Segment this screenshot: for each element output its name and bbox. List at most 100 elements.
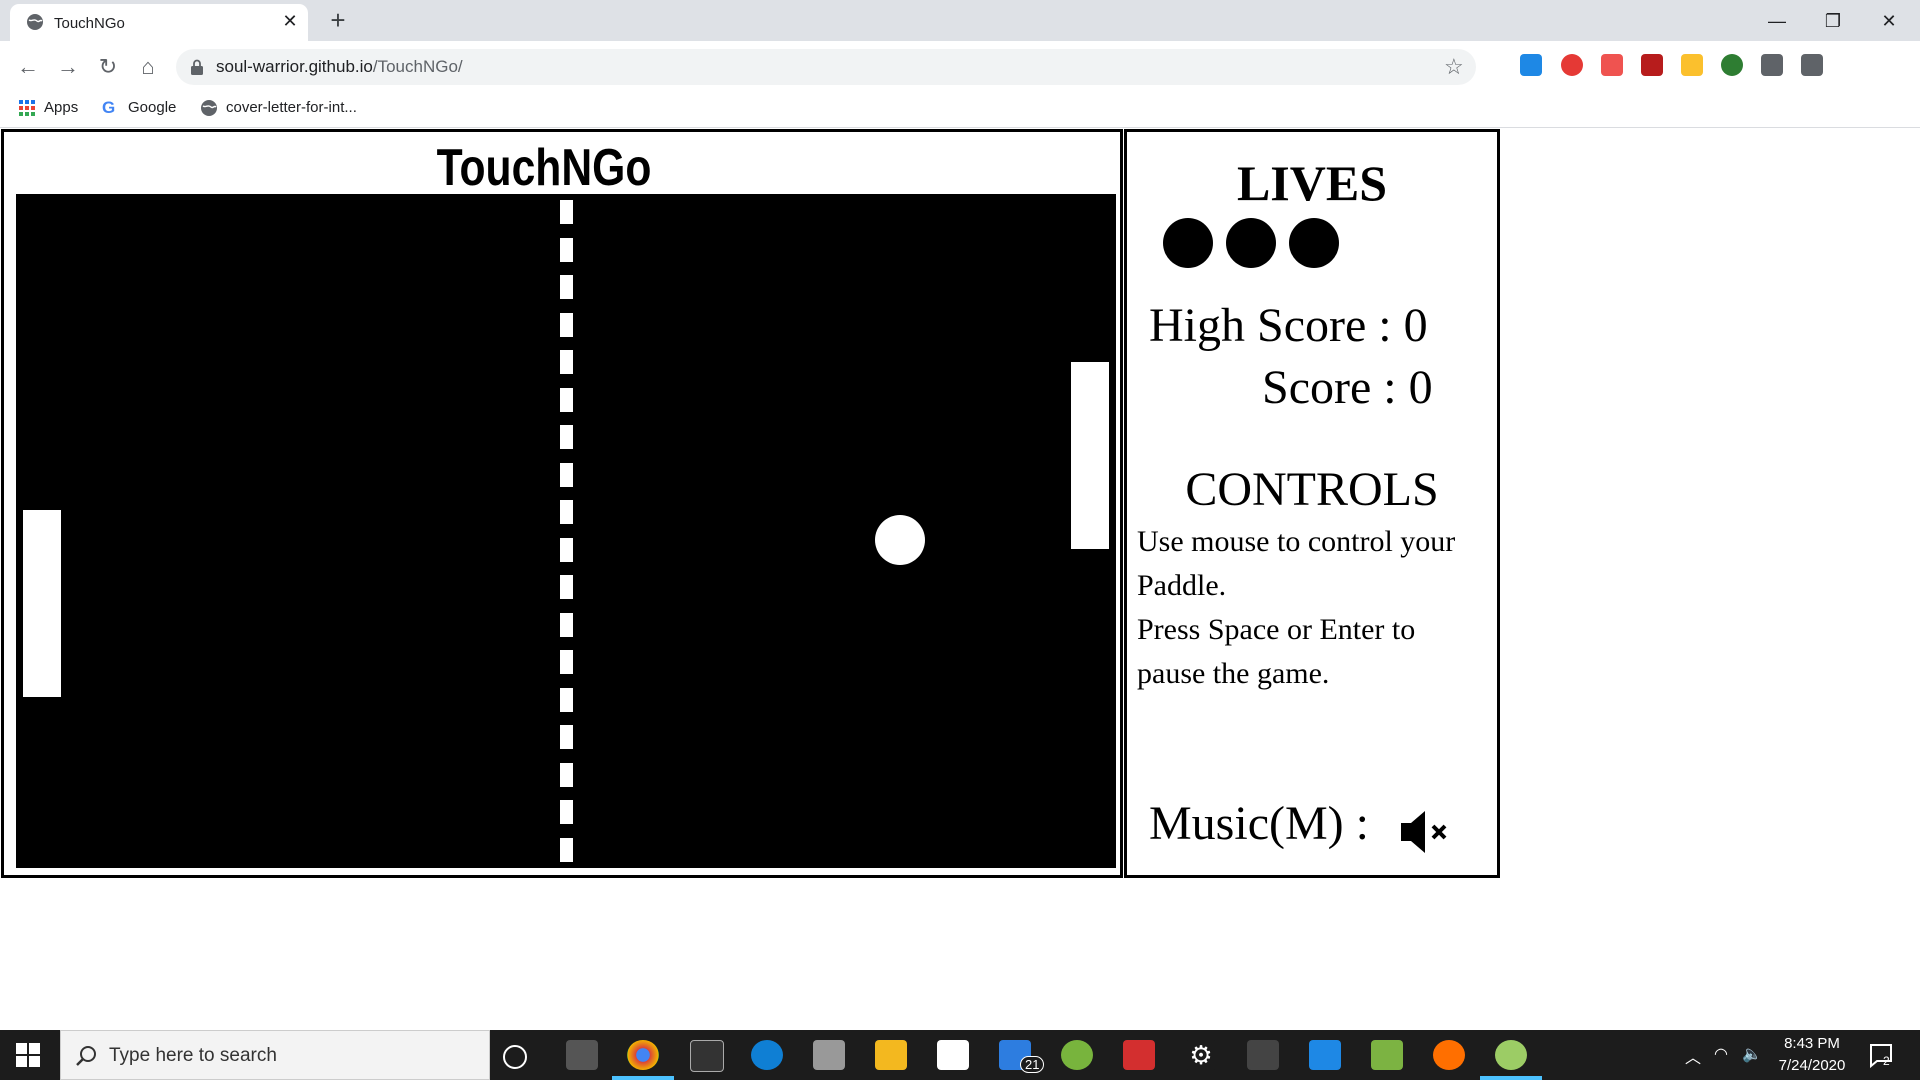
edge-icon[interactable] — [751, 1040, 783, 1070]
lock-icon — [191, 59, 203, 75]
net-segment — [560, 725, 573, 749]
net-segment — [560, 350, 573, 374]
net-segment — [560, 837, 573, 862]
life-dot — [1226, 218, 1276, 268]
back-icon[interactable]: ← — [14, 53, 42, 81]
extension-icon[interactable] — [1561, 54, 1583, 76]
net-segment — [560, 275, 573, 299]
restore-icon[interactable]: ❐ — [1810, 6, 1856, 36]
clock-date: 7/24/2020 — [1778, 1057, 1846, 1074]
left-paddle — [23, 510, 61, 697]
browser-toolbar: ← → ↻ ⌂ soul-warrior.github.io/TouchNGo/… — [0, 41, 1920, 119]
mail-badge: 21 — [1020, 1056, 1045, 1073]
right-paddle — [1071, 362, 1109, 549]
net-segment — [560, 500, 573, 524]
lives-title: LIVES — [1236, 155, 1388, 211]
apps-grid-icon — [19, 100, 35, 117]
net-segment — [560, 800, 573, 824]
forward-icon[interactable]: → — [54, 53, 82, 81]
extension-icon[interactable] — [1601, 54, 1623, 76]
utorrent-icon[interactable] — [1061, 1040, 1093, 1070]
notification-count: 2 — [1883, 1054, 1890, 1068]
clock-time: 8:43 PM — [1784, 1035, 1840, 1052]
paint-icon[interactable] — [1495, 1040, 1527, 1070]
speaker-muted-icon[interactable] — [1399, 809, 1451, 855]
system-clock[interactable]: 8:43 PM 7/24/2020 — [1762, 1033, 1862, 1077]
store-icon[interactable] — [937, 1040, 969, 1070]
windows-taskbar: Type here to search 21 ⚙ ︿ ◠ 🔈 8:43 PM 7… — [0, 1030, 1920, 1080]
active-app-indicator — [612, 1076, 674, 1080]
wifi-icon[interactable]: ◠ — [1714, 1044, 1728, 1064]
extension-icon[interactable] — [1641, 54, 1663, 76]
address-bar[interactable]: soul-warrior.github.io/TouchNGo/ ☆ — [176, 49, 1476, 85]
active-app-indicator — [1480, 1076, 1542, 1080]
music-label: Music(M) : — [1149, 797, 1369, 850]
net-segment — [560, 537, 573, 562]
home-icon[interactable]: ⌂ — [134, 53, 162, 81]
controls-line-mouse: Use mouse to control your Paddle. — [1137, 525, 1456, 602]
net-segment — [560, 462, 573, 487]
controls-instructions: Use mouse to control your Paddle. Press … — [1137, 520, 1487, 696]
game-title: TouchNGo — [436, 139, 652, 197]
bookmark-google[interactable]: G Google — [102, 97, 176, 119]
file-explorer-icon[interactable] — [875, 1040, 907, 1070]
reload-icon[interactable]: ↻ — [94, 53, 122, 81]
puzzle-icon[interactable] — [1761, 54, 1783, 76]
solidworks-icon[interactable] — [1123, 1040, 1155, 1070]
net-segment — [560, 425, 573, 449]
globe-icon — [27, 14, 43, 30]
net-segment — [560, 575, 573, 599]
app-icon[interactable] — [813, 1040, 845, 1070]
search-icon — [76, 1046, 96, 1066]
chrome-icon[interactable] — [627, 1040, 659, 1070]
ball — [875, 515, 925, 565]
bookmarks-bar: Apps G Google cover-letter-for-int... — [0, 89, 1920, 128]
extension-icon[interactable] — [1520, 54, 1542, 76]
net-segment — [560, 387, 573, 412]
info-panel: LIVES High Score : 0 Score : 0 CONTROLS … — [1124, 129, 1500, 878]
settings-gear-icon[interactable]: ⚙ — [1185, 1040, 1217, 1070]
game-court[interactable] — [16, 194, 1116, 868]
app-icon[interactable] — [1309, 1040, 1341, 1070]
taskbar-search[interactable]: Type here to search — [60, 1030, 490, 1080]
extension-icon[interactable] — [1721, 54, 1743, 76]
net-segment — [560, 200, 573, 224]
life-dot — [1289, 218, 1339, 268]
net-segment — [560, 312, 573, 337]
window-close-icon[interactable]: ✕ — [1866, 6, 1912, 36]
new-tab-button[interactable]: + — [326, 7, 350, 33]
windows-start-icon[interactable] — [16, 1043, 40, 1067]
app-icon[interactable] — [1371, 1040, 1403, 1070]
url-text: soul-warrior.github.io/TouchNGo/ — [216, 57, 463, 76]
net-segment — [560, 612, 573, 637]
game-panel: TouchNGo — [1, 129, 1123, 878]
bookmark-apps[interactable]: Apps — [18, 97, 78, 119]
tab-title: TouchNGo — [54, 15, 125, 32]
extension-icon[interactable] — [1681, 54, 1703, 76]
score: Score : 0 — [1262, 361, 1433, 414]
net-segment — [560, 650, 573, 674]
search-placeholder: Type here to search — [109, 1045, 277, 1066]
bookmark-cover-letter[interactable]: cover-letter-for-int... — [200, 97, 357, 119]
terminal-icon[interactable] — [690, 1040, 724, 1072]
net-segment — [560, 237, 573, 262]
volume-icon[interactable]: 🔈 — [1742, 1044, 1762, 1064]
app-icon[interactable] — [1433, 1040, 1465, 1070]
browser-tabbar: TouchNGo ✕ + — ❐ ✕ — [0, 0, 1920, 41]
globe-icon — [201, 100, 217, 117]
life-dot — [1163, 218, 1213, 268]
google-icon: G — [102, 98, 116, 118]
bookmark-star-icon[interactable]: ☆ — [1444, 54, 1464, 80]
game-page: TouchNGo LIVES High Score : 0 Score : 0 … — [0, 129, 1500, 879]
task-view-icon[interactable] — [566, 1040, 598, 1070]
notification-icon[interactable]: 2 — [1868, 1042, 1894, 1068]
minimize-icon[interactable]: — — [1754, 6, 1800, 36]
close-tab-icon[interactable]: ✕ — [280, 11, 300, 31]
media-controls-icon[interactable] — [1801, 54, 1823, 76]
net-segment — [560, 762, 573, 787]
gamepad-icon[interactable] — [1247, 1040, 1279, 1070]
cortana-icon[interactable] — [503, 1045, 527, 1069]
browser-tab[interactable]: TouchNGo ✕ — [10, 4, 308, 41]
high-score: High Score : 0 — [1149, 299, 1428, 352]
tray-chevron-icon[interactable]: ︿ — [1685, 1044, 1701, 1068]
